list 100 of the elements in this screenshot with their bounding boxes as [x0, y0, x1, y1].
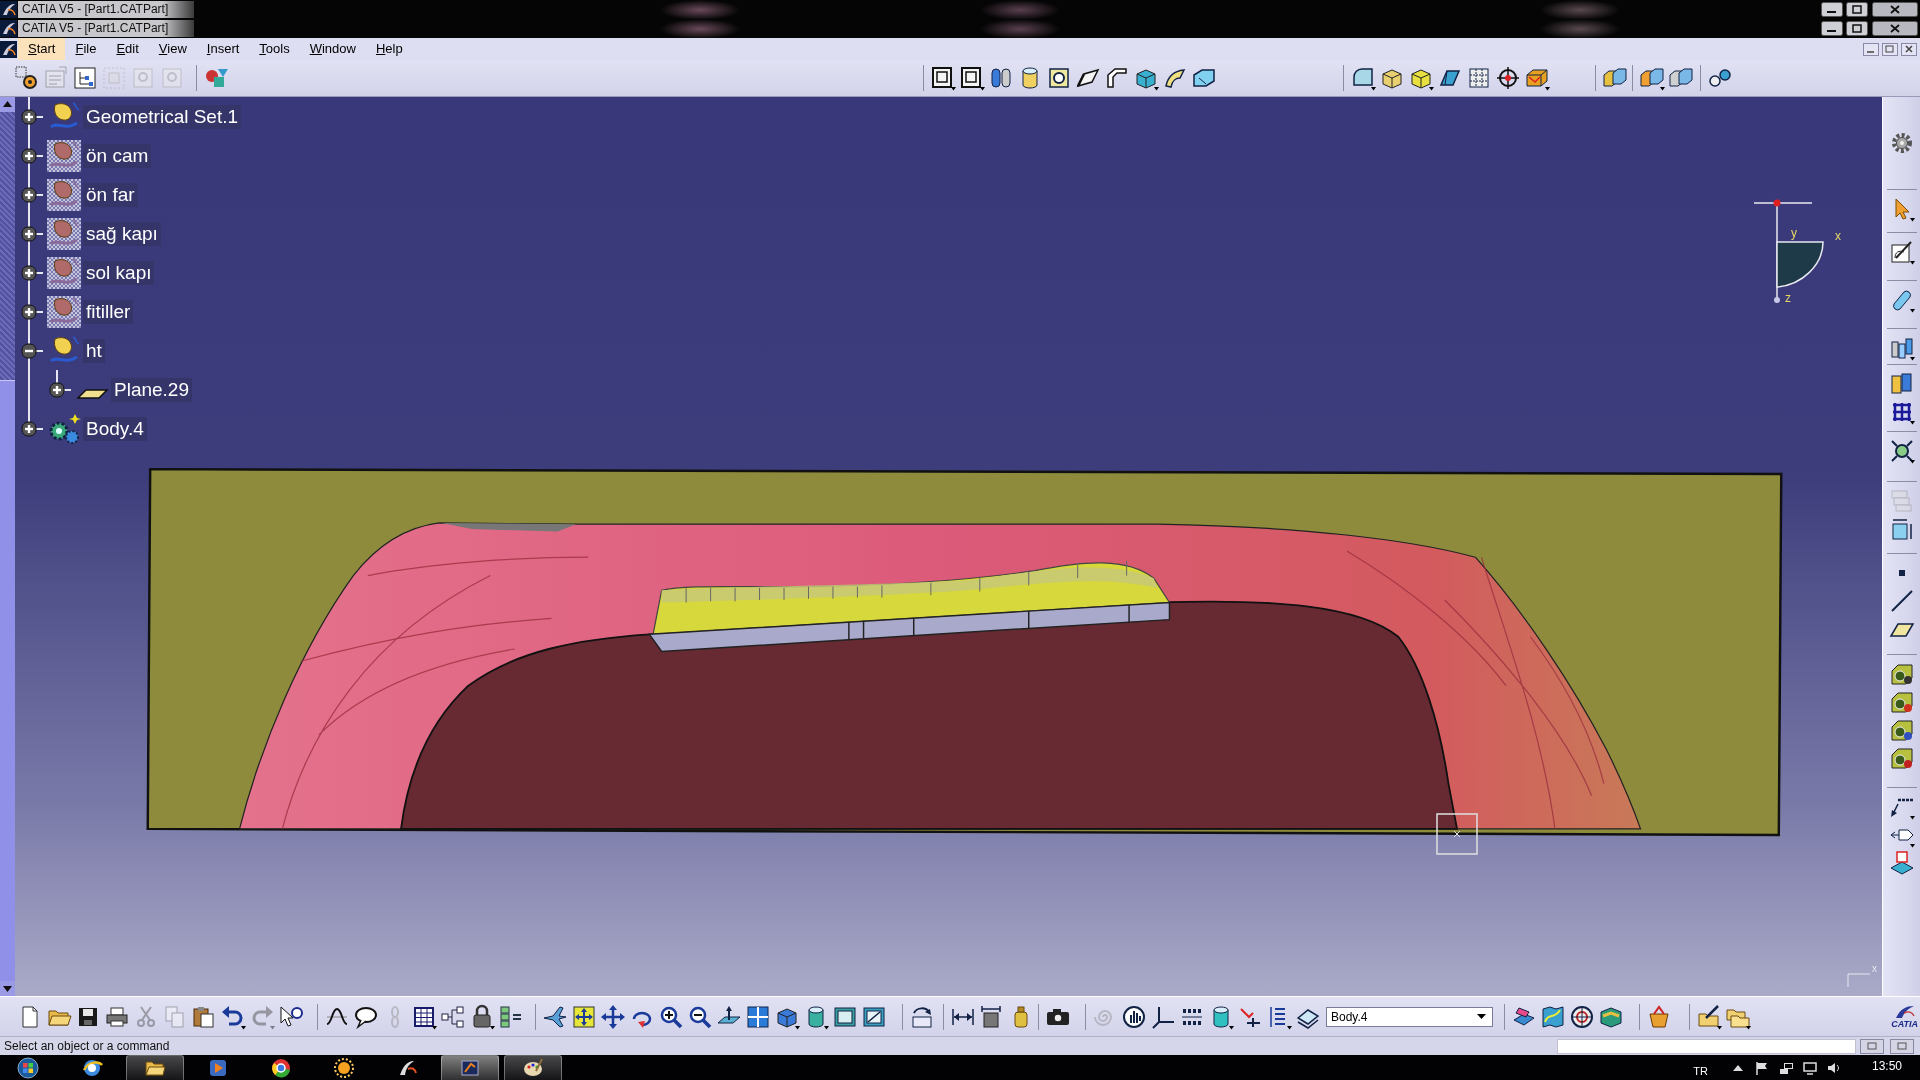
- close-icon[interactable]: [1901, 42, 1917, 56]
- menu-item[interactable]: File: [65, 38, 107, 60]
- lattice-square-icon[interactable]: [1466, 65, 1492, 91]
- command-input-field[interactable]: [1557, 1038, 1856, 1054]
- window-title: CATIA V5 - [Part1.CATPart]: [18, 1, 195, 18]
- dotted-square-ring-icon[interactable]: [14, 65, 40, 91]
- menu-item[interactable]: Insert: [196, 38, 250, 60]
- expand-icon[interactable]: [21, 420, 37, 437]
- square-arrows-icon[interactable]: [571, 1003, 597, 1030]
- wave-shape-icon[interactable]: [47, 295, 81, 328]
- taskbar-button[interactable]: [504, 1055, 562, 1080]
- circle-arrows-icon[interactable]: [1888, 438, 1915, 464]
- axis-label: x: [1835, 229, 1841, 243]
- rounded-block-icon[interactable]: [1350, 65, 1376, 91]
- bevelled-tile-icon[interactable]: [1888, 689, 1915, 715]
- sketch-icon[interactable]: [1888, 239, 1915, 265]
- tree-diagram-icon[interactable]: [72, 65, 98, 91]
- menu-item[interactable]: View: [148, 38, 197, 60]
- node-tree-icon[interactable]: [440, 1003, 466, 1030]
- menu-item[interactable]: Tools: [249, 38, 300, 60]
- tree-item[interactable]: Plane.29: [111, 377, 192, 402]
- bracket-icon[interactable]: [1104, 65, 1130, 91]
- flag-icon[interactable]: [1753, 1059, 1770, 1076]
- map-sheet-icon[interactable]: [1540, 1003, 1566, 1030]
- airplane-icon[interactable]: [542, 1003, 568, 1030]
- bevelled-tile-icon[interactable]: [1888, 745, 1915, 771]
- menu-item[interactable]: Edit: [106, 38, 149, 60]
- scroll-up-icon[interactable]: [0, 97, 15, 112]
- app-logo-icon[interactable]: [0, 40, 17, 58]
- panel-toggle-icon[interactable]: [1860, 1038, 1884, 1054]
- close-icon[interactable]: [1872, 21, 1918, 36]
- gear-cluster-icon[interactable]: [47, 412, 81, 445]
- logo-text: CATIA: [1891, 1018, 1918, 1029]
- expand-icon[interactable]: [21, 147, 37, 164]
- four-pane-icon[interactable]: [745, 1003, 771, 1030]
- pan-icon[interactable]: [600, 1003, 626, 1030]
- caret-down-icon: [1477, 1014, 1486, 1019]
- circle-bars-icon[interactable]: [1121, 1003, 1147, 1030]
- column-blocks-icon[interactable]: [1888, 335, 1915, 361]
- tree-item[interactable]: ön far: [83, 182, 138, 207]
- folder-pen-icon[interactable]: [1696, 1003, 1722, 1030]
- taskbar-button[interactable]: [126, 1055, 184, 1080]
- maximize-icon[interactable]: [1846, 2, 1868, 17]
- pointer-circle-icon[interactable]: [278, 1003, 304, 1030]
- basket-icon[interactable]: [1646, 1003, 1672, 1030]
- wave-shape-icon[interactable]: [47, 217, 81, 250]
- tree-item[interactable]: sağ kapı: [83, 221, 161, 246]
- crosshair-icon[interactable]: [1495, 65, 1521, 91]
- sun-icon[interactable]: [333, 1056, 355, 1079]
- square-hole-icon[interactable]: [1046, 65, 1072, 91]
- scrollbar-thumb[interactable]: [0, 380, 15, 981]
- stacked-blocks-icon[interactable]: [498, 1003, 524, 1030]
- panel-toggle-icon[interactable]: [1890, 1038, 1914, 1054]
- block-pair-icon[interactable]: [1639, 65, 1665, 91]
- tree-item[interactable]: Body.4: [83, 416, 147, 441]
- menu-item[interactable]: Help: [365, 38, 413, 60]
- wave-shape-icon[interactable]: [47, 178, 81, 211]
- clock[interactable]: 13:50: [1871, 1058, 1902, 1077]
- bevelled-tile-icon[interactable]: [1888, 661, 1915, 687]
- scroll-down-icon[interactable]: [0, 981, 15, 996]
- wave-shape-icon[interactable]: [47, 139, 81, 172]
- expand-icon[interactable]: [21, 186, 37, 203]
- start-orb-icon[interactable]: [17, 1056, 39, 1079]
- menu-item[interactable]: Window: [299, 38, 366, 60]
- axis-compass[interactable]: [1753, 199, 1824, 303]
- square-on-plate-icon[interactable]: [1888, 850, 1915, 876]
- expand-icon[interactable]: [21, 225, 37, 242]
- mini-axis-icon: [1847, 973, 1871, 988]
- bevelled-tile-icon[interactable]: [1888, 717, 1915, 743]
- framed-square-icon[interactable]: [959, 65, 985, 91]
- tree-item[interactable]: Geometrical Set.1: [83, 104, 242, 129]
- split-cylinder-icon[interactable]: [988, 65, 1014, 91]
- collapse-icon[interactable]: [21, 342, 37, 359]
- close-icon[interactable]: [1872, 2, 1918, 17]
- palette-icon[interactable]: [522, 1057, 544, 1079]
- undo-icon[interactable]: [220, 1003, 246, 1030]
- tree-item[interactable]: ön cam: [83, 143, 152, 168]
- window-icon[interactable]: [459, 1057, 481, 1079]
- language-indicator[interactable]: TR: [1693, 1058, 1708, 1077]
- expand-icon[interactable]: [21, 264, 37, 281]
- axis-label: y: [1791, 226, 1797, 240]
- window-title: CATIA V5 - [Part1.CATPart]: [18, 20, 195, 37]
- swoosh-logo-icon: [1893, 1004, 1916, 1019]
- display-icon[interactable]: [1801, 1059, 1818, 1076]
- tree-item[interactable]: fitiller: [83, 299, 134, 324]
- block-pair-icon[interactable]: [1888, 371, 1915, 397]
- menu-item[interactable]: Start: [18, 38, 66, 60]
- wave-shape-icon[interactable]: [47, 256, 81, 289]
- expand-icon[interactable]: [49, 381, 65, 398]
- expand-icon[interactable]: [21, 303, 37, 320]
- body-dropdown[interactable]: Body.4: [1326, 1006, 1493, 1027]
- minimize-icon[interactable]: [1821, 2, 1843, 17]
- maximize-icon[interactable]: [1846, 21, 1868, 36]
- tree-item[interactable]: ht: [83, 338, 105, 363]
- framed-square-icon[interactable]: [930, 65, 956, 91]
- target-disc-icon[interactable]: [1569, 1003, 1595, 1030]
- tree-item[interactable]: sol kapı: [83, 260, 155, 285]
- minimize-icon[interactable]: [1821, 21, 1843, 36]
- pinwheel-circle-icon[interactable]: [270, 1056, 292, 1079]
- expand-icon[interactable]: [21, 108, 37, 125]
